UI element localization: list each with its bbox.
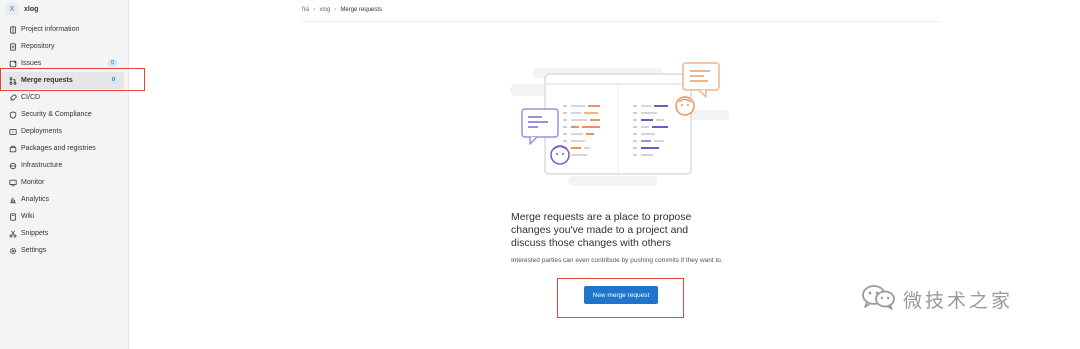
breadcrumb-item[interactable]: fisi xyxy=(302,7,309,13)
sidebar-item-settings[interactable]: Settings xyxy=(0,242,129,259)
annotation-highlight-button xyxy=(557,278,684,318)
wechat-icon xyxy=(861,284,897,315)
chart-icon xyxy=(8,195,17,204)
scissors-icon xyxy=(8,229,17,238)
document-icon xyxy=(8,42,17,51)
chevron-right-icon: › xyxy=(313,7,316,13)
empty-state-description: Interested parties can even contribute b… xyxy=(511,257,723,264)
project-header[interactable]: X xlog xyxy=(6,2,38,16)
chevron-right-icon: › xyxy=(334,7,337,13)
shield-icon xyxy=(8,110,17,119)
sidebar-item-infrastructure[interactable]: Infrastructure xyxy=(0,157,129,174)
gear-icon xyxy=(8,246,17,255)
annotation-highlight-merge-requests xyxy=(0,68,145,91)
sidebar-item-label: Monitor xyxy=(21,179,45,186)
sidebar-item-label: Project information xyxy=(21,26,80,33)
watermark-text: 微技术之家 xyxy=(903,290,1014,312)
issues-count-badge: 0 xyxy=(108,59,117,67)
breadcrumb-item[interactable]: xlog xyxy=(319,7,330,13)
breadcrumb: fisi › xlog › Merge requests xyxy=(302,5,382,15)
sidebar: X xlog Project information Repository Is… xyxy=(0,0,129,349)
sidebar-item-label: Snippets xyxy=(21,230,49,237)
sidebar-item-project-information[interactable]: Project information xyxy=(0,21,129,38)
sidebar-item-label: Packages and registries xyxy=(21,145,96,152)
breadcrumb-current[interactable]: Merge requests xyxy=(340,7,382,13)
rocket-icon xyxy=(8,93,17,102)
watermark: 微技术之家 xyxy=(861,284,1013,314)
sidebar-item-label: Security & Compliance xyxy=(21,111,92,118)
cloud-icon xyxy=(8,161,17,170)
sidebar-item-security-compliance[interactable]: Security & Compliance xyxy=(0,106,129,123)
sidebar-item-label: Issues xyxy=(21,60,42,67)
empty-state-title: Merge requests are a place to propose ch… xyxy=(511,211,692,249)
package-icon xyxy=(8,144,17,153)
sidebar-item-label: Deployments xyxy=(21,128,62,135)
deployments-icon xyxy=(8,127,17,136)
project-icon xyxy=(8,25,17,34)
book-icon xyxy=(8,212,17,221)
sidebar-item-ci-cd[interactable]: CI/CD xyxy=(0,89,129,106)
sidebar-item-repository[interactable]: Repository xyxy=(0,38,129,55)
sidebar-item-label: Settings xyxy=(21,247,47,254)
sidebar-item-analytics[interactable]: Analytics xyxy=(0,191,129,208)
sidebar-item-label: Wiki xyxy=(21,213,35,220)
sidebar-item-label: Infrastructure xyxy=(21,162,63,169)
project-avatar: X xyxy=(6,3,18,15)
sidebar-item-monitor[interactable]: Monitor xyxy=(0,174,129,191)
sidebar-item-label: CI/CD xyxy=(21,94,41,101)
sidebar-item-wiki[interactable]: Wiki xyxy=(0,208,129,225)
project-name: xlog xyxy=(24,5,39,13)
issues-icon xyxy=(8,59,17,68)
sidebar-item-packages-registries[interactable]: Packages and registries xyxy=(0,140,129,157)
sidebar-nav: Project information Repository Issues 0 … xyxy=(0,21,129,259)
divider xyxy=(302,21,940,22)
empty-state-illustration xyxy=(508,58,734,192)
sidebar-item-deployments[interactable]: Deployments xyxy=(0,123,129,140)
page: X xlog Project information Repository Is… xyxy=(0,0,1080,349)
monitor-icon xyxy=(8,178,17,187)
sidebar-item-label: Repository xyxy=(21,43,55,50)
sidebar-item-label: Analytics xyxy=(21,196,50,203)
sidebar-item-snippets[interactable]: Snippets xyxy=(0,225,129,242)
